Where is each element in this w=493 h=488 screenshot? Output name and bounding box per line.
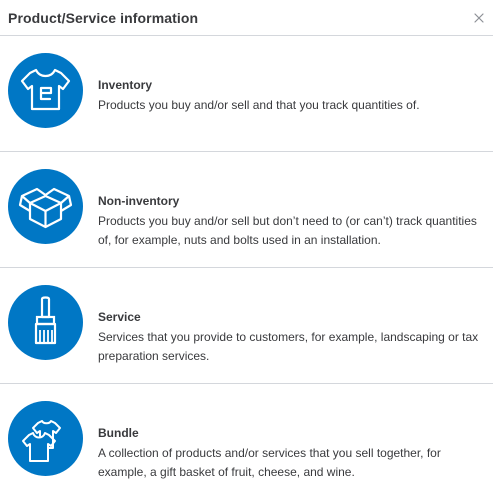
item-service-description: Services that you provide to customers, …	[98, 330, 479, 363]
panel-header: Product/Service information	[0, 0, 493, 36]
item-bundle[interactable]: Bundle A collection of products and/or s…	[0, 384, 493, 488]
bundle-shirts-icon	[8, 401, 83, 476]
open-box-icon	[8, 169, 83, 244]
item-bundle-name: Bundle	[98, 426, 139, 440]
item-non-inventory-description: Products you buy and/or sell but don’t n…	[98, 214, 477, 247]
item-inventory-name: Inventory	[98, 78, 153, 92]
product-service-panel: Product/Service information Inventory Pr…	[0, 0, 493, 488]
item-non-inventory-name: Non-inventory	[98, 194, 180, 208]
item-service-name: Service	[98, 310, 141, 324]
item-bundle-description: A collection of products and/or services…	[98, 446, 441, 479]
tshirt-icon	[8, 53, 83, 128]
panel-title: Product/Service information	[8, 10, 199, 26]
item-service[interactable]: Service Services that you provide to cus…	[0, 268, 493, 384]
item-non-inventory[interactable]: Non-inventory Products you buy and/or se…	[0, 152, 493, 268]
item-inventory-description: Products you buy and/or sell and that yo…	[98, 98, 420, 112]
close-icon[interactable]	[472, 11, 486, 25]
paintbrush-icon	[8, 285, 83, 360]
item-inventory[interactable]: Inventory Products you buy and/or sell a…	[0, 36, 493, 152]
